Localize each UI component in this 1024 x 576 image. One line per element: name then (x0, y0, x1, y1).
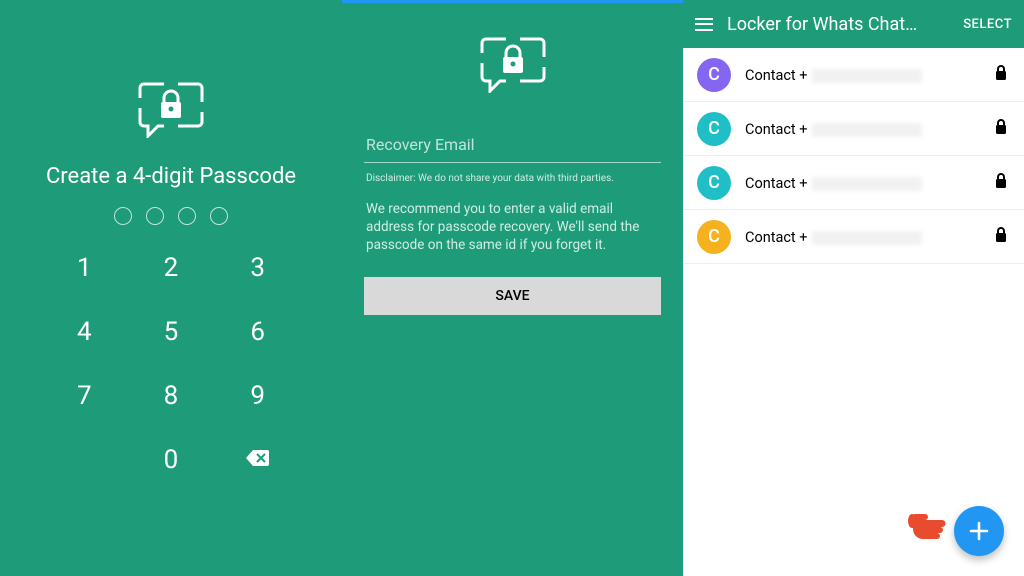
contact-row[interactable]: C Contact + (683, 102, 1024, 156)
passcode-dot (114, 207, 132, 225)
app-logo (0, 0, 342, 138)
key-backspace[interactable] (214, 439, 301, 481)
fab-add-button[interactable] (954, 506, 1004, 556)
lock-icon (994, 227, 1008, 247)
app-title: Locker for Whats Chat… (727, 14, 949, 35)
app-bar: Locker for Whats Chat… SELECT (683, 0, 1024, 48)
recommendation-text: We recommend you to enter a valid email … (364, 200, 661, 255)
lock-icon (994, 173, 1008, 193)
contact-row[interactable]: C Contact + (683, 210, 1024, 264)
redacted-number (812, 69, 922, 83)
key-6[interactable]: 6 (214, 311, 301, 353)
screen-passcode: Create a 4-digit Passcode 1 2 3 4 5 6 7 … (0, 0, 342, 576)
keypad: 1 2 3 4 5 6 7 8 9 0 (41, 247, 301, 481)
passcode-dot (178, 207, 196, 225)
recovery-email-input[interactable]: Recovery Email (364, 127, 661, 163)
passcode-title: Create a 4-digit Passcode (0, 164, 342, 189)
avatar: C (697, 220, 731, 254)
contact-list: C Contact + C Contact + C Contact + C Contact + (683, 48, 1024, 264)
screen-recovery-email: Recovery Email Disclaimer: We do not sha… (342, 0, 683, 576)
contact-label: Contact + (745, 173, 922, 192)
key-7[interactable]: 7 (41, 375, 128, 417)
menu-icon[interactable] (695, 18, 713, 31)
contact-label: Contact + (745, 65, 922, 84)
key-8[interactable]: 8 (128, 375, 215, 417)
app-logo (342, 3, 683, 93)
key-0[interactable]: 0 (128, 439, 215, 481)
redacted-number (812, 231, 922, 245)
save-button[interactable]: SAVE (364, 277, 661, 315)
key-3[interactable]: 3 (214, 247, 301, 289)
key-9[interactable]: 9 (214, 375, 301, 417)
avatar: C (697, 58, 731, 92)
key-5[interactable]: 5 (128, 311, 215, 353)
avatar: C (697, 166, 731, 200)
redacted-number (812, 123, 922, 137)
passcode-dot (210, 207, 228, 225)
screen-contact-list: Locker for Whats Chat… SELECT C Contact +… (683, 0, 1024, 576)
key-4[interactable]: 4 (41, 311, 128, 353)
contact-label: Contact + (745, 119, 922, 138)
passcode-dot (146, 207, 164, 225)
passcode-dots (0, 207, 342, 225)
redacted-number (812, 177, 922, 191)
disclaimer-text: Disclaimer: We do not share your data wi… (364, 173, 661, 184)
contact-row[interactable]: C Contact + (683, 48, 1024, 102)
select-button[interactable]: SELECT (963, 17, 1012, 32)
lock-icon (994, 65, 1008, 85)
key-2[interactable]: 2 (128, 247, 215, 289)
lock-icon (994, 119, 1008, 139)
contact-row[interactable]: C Contact + (683, 156, 1024, 210)
contact-label: Contact + (745, 227, 922, 246)
avatar: C (697, 112, 731, 146)
key-1[interactable]: 1 (41, 247, 128, 289)
backspace-icon (245, 448, 271, 468)
pointing-hand-icon (906, 503, 952, 552)
